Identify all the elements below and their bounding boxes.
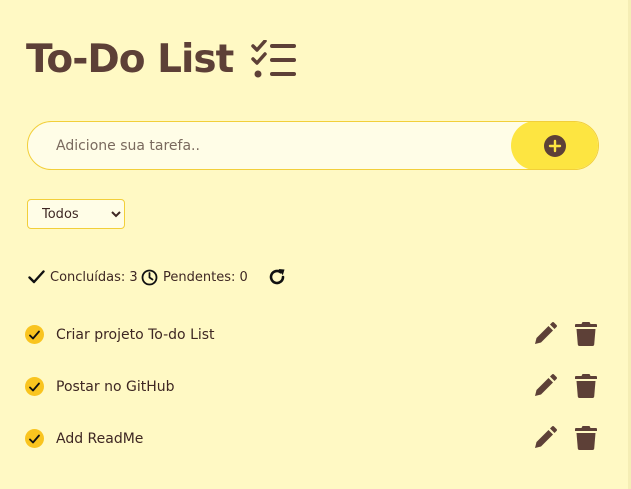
task-check[interactable] (25, 325, 44, 344)
rotate-icon (269, 269, 285, 285)
task-check[interactable] (25, 377, 44, 396)
header: To-Do List (26, 34, 297, 86)
edit-task-button[interactable] (532, 373, 558, 399)
clock-icon (141, 269, 158, 285)
task-text: Postar no GitHub (56, 379, 175, 395)
trash-icon (575, 374, 597, 398)
add-task-button[interactable] (511, 122, 598, 169)
pencil-icon (535, 426, 557, 448)
trash-icon (575, 426, 597, 450)
pending-count: Pendentes: 0 (163, 269, 248, 285)
delete-task-button[interactable] (573, 373, 599, 399)
edit-task-button[interactable] (532, 321, 558, 347)
task-item: Add ReadMe (25, 422, 605, 474)
completed-stat: Concluídas: 3 (28, 264, 138, 290)
task-check[interactable] (25, 429, 44, 448)
page-title: To-Do List (26, 37, 234, 82)
delete-task-button[interactable] (573, 425, 599, 451)
task-text: Criar projeto To-do List (56, 327, 215, 343)
add-task-form (27, 121, 599, 170)
edit-task-button[interactable] (532, 425, 558, 451)
plus-circle-icon (544, 134, 566, 157)
filter-select[interactable]: Todos (27, 199, 125, 229)
pending-stat: Pendentes: 0 (141, 264, 248, 290)
task-item: Postar no GitHub (25, 370, 605, 422)
check-icon (29, 330, 40, 339)
reset-button[interactable] (266, 266, 288, 288)
check-icon (28, 270, 45, 284)
task-input[interactable] (28, 122, 512, 169)
task-item: Criar projeto To-do List (25, 318, 605, 370)
trash-icon (575, 322, 597, 346)
pencil-icon (535, 322, 557, 344)
delete-task-button[interactable] (573, 321, 599, 347)
task-stats: Concluídas: 3 Pendentes: 0 (28, 264, 328, 290)
task-list: Criar projeto To-do List Postar no GitHu… (25, 318, 605, 474)
task-text: Add ReadMe (56, 431, 144, 447)
check-icon (29, 434, 40, 443)
completed-count: Concluídas: 3 (50, 269, 138, 285)
check-icon (29, 382, 40, 391)
task-list-icon (251, 40, 297, 78)
pencil-icon (535, 374, 557, 396)
